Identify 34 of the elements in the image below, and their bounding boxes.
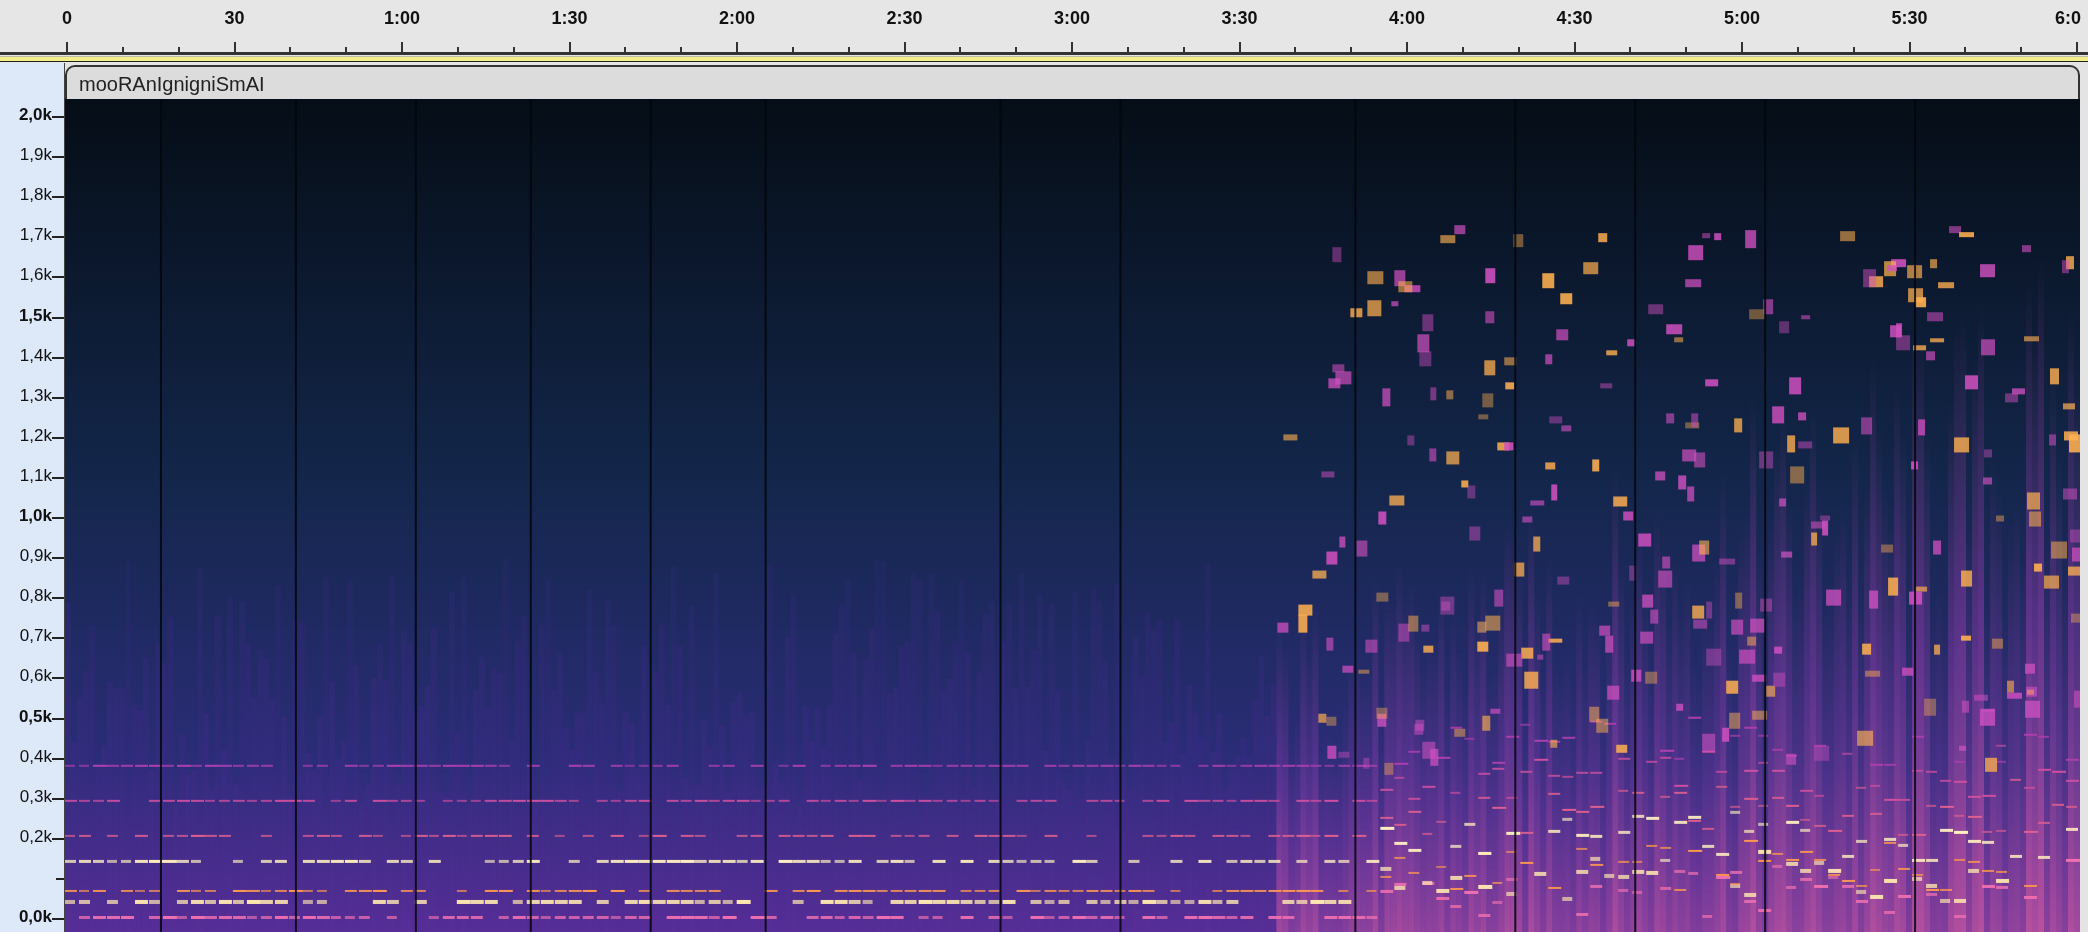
frequency-label: 1,6k — [19, 265, 52, 286]
time-label: 4:30 — [1556, 8, 1593, 29]
frequency-label: 1,0k — [18, 506, 52, 526]
time-label: 5:00 — [1724, 8, 1760, 29]
frequency-label: 0,3k — [19, 786, 52, 807]
frequency-label: 1,8k — [19, 185, 52, 206]
frequency-label: 0,6k — [19, 666, 52, 687]
time-label: 2:00 — [719, 8, 755, 29]
frequency-label: 1,9k — [19, 145, 52, 166]
frequency-label: 0,7k — [19, 626, 52, 647]
time-label: 6:0 — [2055, 8, 2081, 29]
time-label: 3:00 — [1054, 8, 1090, 29]
frequency-label: 1,5k — [18, 305, 52, 326]
time-label: 3:30 — [1221, 8, 1258, 29]
frequency-label: 0,8k — [19, 586, 52, 607]
time-label: 1:30 — [551, 8, 588, 29]
track-name[interactable]: mooRAnIgnigniSmAI — [65, 65, 2080, 99]
frequency-label: 0,2k — [19, 826, 52, 847]
frequency-label: 1,2k — [19, 425, 52, 446]
time-label: 0 — [62, 8, 72, 29]
frequency-label: 0,4k — [19, 746, 52, 767]
frequency-label: 0,5k — [18, 706, 52, 727]
time-label: 5:30 — [1891, 8, 1928, 29]
frequency-label: 1,3k — [19, 385, 52, 406]
frequency-label: 0,0k — [18, 907, 52, 927]
frequency-label: 1,7k — [19, 225, 52, 246]
time-label: 4:00 — [1389, 8, 1425, 29]
time-label: 1:00 — [384, 8, 420, 29]
time-label: 30 — [224, 8, 245, 29]
frequency-label: 2,0k — [18, 105, 52, 125]
frequency-label: 1,4k — [19, 345, 52, 366]
frequency-label: 0,9k — [19, 546, 52, 567]
frequency-label: 1,1k — [19, 465, 52, 486]
time-label: 2:30 — [886, 8, 923, 29]
